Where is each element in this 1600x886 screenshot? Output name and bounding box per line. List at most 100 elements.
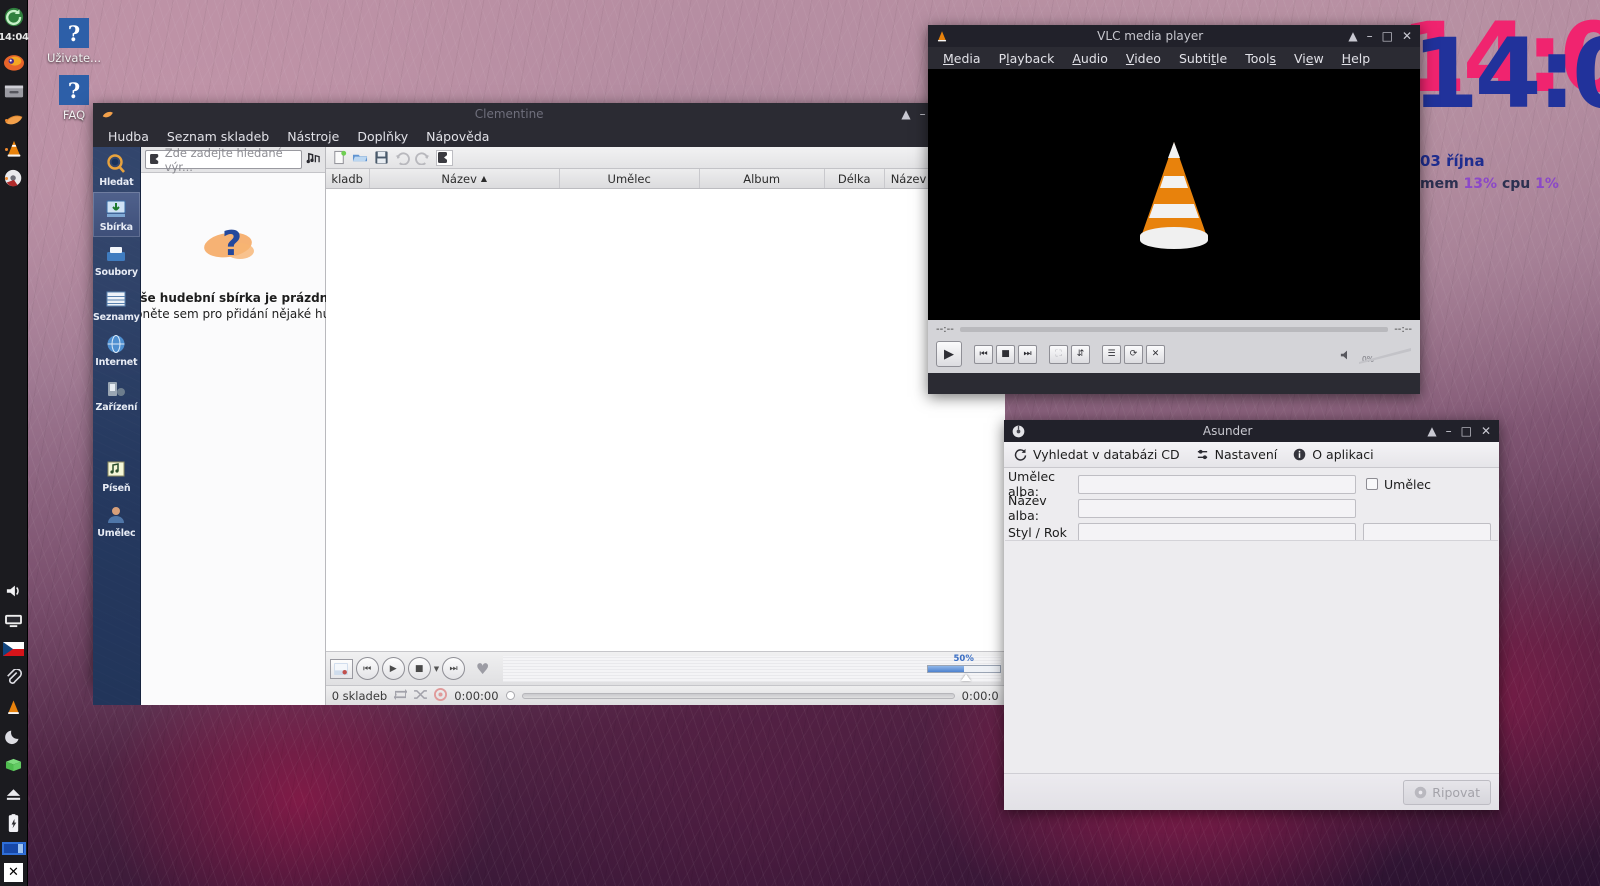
taskbar-window-asunder[interactable] bbox=[1, 842, 26, 855]
maximize-button[interactable]: □ bbox=[1382, 30, 1393, 42]
eject-icon[interactable] bbox=[1, 781, 27, 807]
sidebar-item-sbirka[interactable]: Sbírka bbox=[93, 192, 140, 237]
vlc-controls[interactable]: --:-- --:-- ▶ ⏮ ■ ⏭ ⛶ ⇵ ☰ ⟳ ✕ 0% bbox=[928, 320, 1420, 373]
repeat-icon[interactable] bbox=[393, 688, 408, 703]
clementine-search-row[interactable]: Zde zadejte hledané výr... bbox=[140, 146, 325, 174]
vlc-icon[interactable] bbox=[1, 136, 27, 162]
vlc-menubar[interactable]: Media Playback Audio Video Subtitle Tool… bbox=[928, 47, 1420, 69]
asunder-toolbar[interactable]: Vyhledat v databázi CD Nastavení O aplik… bbox=[1004, 442, 1499, 468]
column-nazev[interactable]: Název ▲ bbox=[370, 169, 560, 188]
stop-dropdown-icon[interactable]: ▼ bbox=[434, 665, 439, 673]
previous-button[interactable]: ⏮ bbox=[355, 657, 379, 680]
firefox-icon[interactable] bbox=[1, 49, 27, 75]
vlc-button-row[interactable]: ▶ ⏮ ■ ⏭ ⛶ ⇵ ☰ ⟳ ✕ 0% bbox=[936, 341, 1412, 367]
menu-tools[interactable]: Tools bbox=[1236, 49, 1285, 68]
lookup-cd-database-button[interactable]: Vyhledat v databázi CD bbox=[1014, 447, 1180, 462]
column-delka[interactable]: Délka bbox=[825, 169, 885, 188]
moon-icon[interactable] bbox=[1, 723, 27, 749]
open-playlist-icon[interactable] bbox=[352, 150, 369, 166]
maximize-button[interactable]: □ bbox=[1461, 425, 1472, 437]
column-album[interactable]: Album bbox=[700, 169, 825, 188]
record-icon[interactable] bbox=[434, 687, 448, 704]
shade-button[interactable]: ▲ bbox=[1427, 425, 1436, 437]
clementine-transport-bar[interactable]: ⏮ ▶ ■ ▼ ⏭ ♥ 50% bbox=[325, 651, 1005, 685]
vlc-seek-slider[interactable] bbox=[959, 327, 1389, 332]
menu-media[interactable]: Media bbox=[934, 49, 990, 68]
vlc-volume[interactable]: 0% bbox=[1340, 344, 1412, 364]
playlist-icon[interactable]: ☰ bbox=[1102, 344, 1121, 364]
minimize-button[interactable]: – bbox=[1446, 425, 1452, 437]
menu-help[interactable]: Help bbox=[1333, 49, 1380, 68]
clementine-sidebar[interactable]: Hledat Sbírka Soubory Seznamy Internet Z… bbox=[93, 147, 141, 705]
menu-doplnky[interactable]: Doplňky bbox=[348, 127, 417, 146]
display-icon[interactable] bbox=[1, 607, 27, 633]
asunder-window[interactable]: Asunder ▲ – □ ✕ Vyhledat v databázi CD N… bbox=[1004, 420, 1499, 810]
menu-subtitle[interactable]: Subtitle bbox=[1170, 49, 1236, 68]
clementine-titlebar[interactable]: Clementine ▲ – □ ✕ bbox=[93, 103, 973, 125]
refresh-icon[interactable] bbox=[1, 4, 27, 30]
rip-button[interactable]: Ripovat bbox=[1403, 779, 1491, 805]
vlc-tray-icon[interactable] bbox=[1, 694, 27, 720]
close-button[interactable]: ✕ bbox=[1481, 425, 1491, 437]
seek-track[interactable] bbox=[521, 692, 955, 699]
close-button[interactable]: ✕ bbox=[1402, 30, 1412, 42]
genre-field[interactable] bbox=[1078, 522, 1356, 542]
now-playing-icon[interactable] bbox=[329, 658, 353, 679]
vlc-window-buttons[interactable]: ▲ – □ ✕ bbox=[1348, 30, 1420, 42]
sidebar-item-zarizeni[interactable]: Zařízení bbox=[93, 372, 140, 417]
stop-button[interactable]: ■ bbox=[407, 657, 431, 680]
archive-manager-icon[interactable] bbox=[1, 78, 27, 104]
fullscreen-icon[interactable]: ⛶ bbox=[1049, 344, 1068, 364]
vlc-volume-icon[interactable] bbox=[1340, 349, 1354, 364]
album-title-field[interactable] bbox=[1078, 498, 1356, 518]
asunder-track-list[interactable] bbox=[1005, 540, 1498, 773]
love-icon[interactable]: ♥ bbox=[473, 660, 492, 678]
playlist-area[interactable] bbox=[325, 189, 1005, 651]
vlc-volume-slider[interactable]: 0% bbox=[1358, 344, 1412, 364]
loop-icon[interactable]: ⟳ bbox=[1124, 344, 1143, 364]
volume-handle[interactable] bbox=[961, 674, 972, 681]
play-button[interactable]: ▶ bbox=[936, 341, 962, 367]
keyboard-layout-flag-icon[interactable] bbox=[1, 636, 27, 662]
shuffle-icon[interactable] bbox=[414, 689, 428, 703]
vlc-seek-row[interactable]: --:-- --:-- bbox=[936, 324, 1412, 335]
group-by-icon[interactable] bbox=[306, 151, 321, 168]
left-dock[interactable]: 14:04 ✕ bbox=[0, 0, 29, 886]
play-button[interactable]: ▶ bbox=[381, 657, 405, 680]
new-playlist-icon[interactable] bbox=[331, 150, 348, 166]
battery-icon[interactable] bbox=[1, 810, 27, 836]
year-field[interactable] bbox=[1363, 522, 1491, 542]
column-kladb[interactable]: kladb bbox=[326, 169, 370, 188]
next-button[interactable]: ⏭ bbox=[1018, 344, 1037, 364]
playlist-header[interactable]: kladb Název ▲ Umělec Album Délka Název s… bbox=[325, 169, 1005, 189]
sidebar-item-umelec[interactable]: Umělec bbox=[93, 498, 140, 543]
asunder-window-buttons[interactable]: ▲ – □ ✕ bbox=[1427, 425, 1499, 437]
shade-button[interactable]: ▲ bbox=[1348, 30, 1357, 42]
minimize-button[interactable]: – bbox=[1367, 30, 1373, 42]
preferences-button[interactable]: Nastavení bbox=[1196, 447, 1277, 462]
desktop-icon-uzivatele[interactable]: ? Uživate... bbox=[36, 18, 112, 65]
sidebar-item-internet[interactable]: Internet bbox=[93, 327, 140, 372]
sidebar-item-seznamy[interactable]: Seznamy bbox=[93, 282, 140, 327]
about-button[interactable]: O aplikaci bbox=[1293, 447, 1374, 462]
clipboard-icon[interactable] bbox=[1, 665, 27, 691]
menu-audio[interactable]: Audio bbox=[1063, 49, 1117, 68]
vlc-window[interactable]: VLC media player ▲ – □ ✕ Media Playback … bbox=[928, 25, 1420, 394]
asunder-titlebar[interactable]: Asunder ▲ – □ ✕ bbox=[1004, 420, 1499, 442]
next-button[interactable]: ⏭ bbox=[442, 657, 466, 680]
album-artist-field[interactable] bbox=[1078, 474, 1356, 494]
clementine-window[interactable]: Clementine ▲ – □ ✕ Hudba Seznam skladeb … bbox=[93, 103, 1005, 705]
random-icon[interactable]: ✕ bbox=[1146, 344, 1165, 364]
menu-nastroje[interactable]: Nástroje bbox=[278, 127, 348, 146]
seek-handle[interactable] bbox=[505, 691, 515, 700]
menu-playback[interactable]: Playback bbox=[990, 49, 1064, 68]
vlc-video-area[interactable] bbox=[928, 69, 1420, 320]
menu-view[interactable]: View bbox=[1285, 49, 1333, 68]
menu-hudba[interactable]: Hudba bbox=[99, 127, 158, 146]
previous-button[interactable]: ⏮ bbox=[974, 344, 993, 364]
volume-slider[interactable]: 50% bbox=[926, 654, 1001, 684]
playlist-toolbar[interactable] bbox=[325, 147, 1005, 169]
artist-checkbox[interactable] bbox=[1366, 478, 1378, 490]
clear-playlist-icon[interactable] bbox=[435, 149, 453, 166]
sidebar-item-pisen[interactable]: Píseň bbox=[93, 453, 140, 498]
